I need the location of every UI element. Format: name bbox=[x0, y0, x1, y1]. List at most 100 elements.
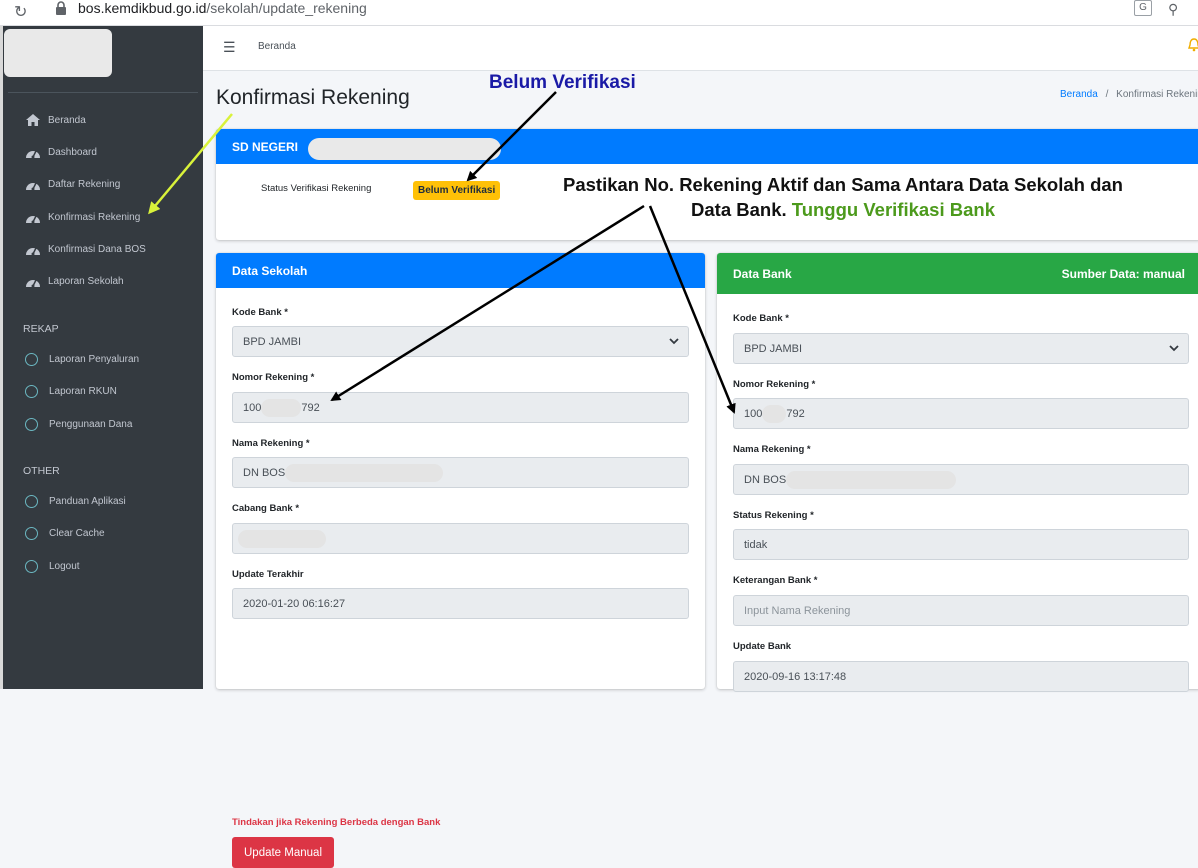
sidebar-item-label: Penggunaan Dana bbox=[49, 418, 133, 430]
kode-bank-select[interactable]: BPD JAMBI bbox=[232, 326, 689, 357]
redacted-school-name bbox=[308, 138, 501, 160]
sidebar-item-penggunaan-dana[interactable]: Penggunaan Dana bbox=[24, 414, 199, 434]
keterangan-bank-input[interactable]: Input Nama Rekening bbox=[733, 595, 1189, 626]
nomor-rekening-field[interactable]: 100 792 bbox=[733, 398, 1189, 429]
sidebar-item-daftar-rekening[interactable]: Daftar Rekening bbox=[24, 174, 199, 194]
sidebar-item-label: Panduan Aplikasi bbox=[49, 495, 126, 507]
menu-toggle-icon[interactable]: ☰ bbox=[223, 39, 236, 56]
redacted-branch bbox=[238, 529, 326, 548]
sidebar-item-clear-cache[interactable]: Clear Cache bbox=[24, 523, 199, 543]
sidebar-item-label: Konfirmasi Rekening bbox=[48, 211, 141, 223]
data-sekolah-header: Data Sekolah bbox=[216, 253, 705, 288]
zoom-icon[interactable]: ⚲ bbox=[1168, 1, 1178, 18]
card-title: Data Bank bbox=[733, 266, 792, 281]
kode-bank-label: Kode Bank * bbox=[733, 313, 789, 324]
update-bank-field[interactable]: 2020-09-16 13:17:48 bbox=[733, 661, 1189, 692]
nomor-rekening-start: 100 bbox=[744, 407, 763, 420]
kode-bank-value: BPD JAMBI bbox=[744, 342, 803, 355]
kode-bank-value: BPD JAMBI bbox=[243, 335, 302, 348]
sidebar-item-panduan-aplikasi[interactable]: Panduan Aplikasi bbox=[24, 491, 199, 511]
home-icon bbox=[24, 112, 41, 128]
main-content: Konfirmasi Rekening Beranda / Konfirmasi… bbox=[203, 71, 1198, 868]
sidebar-item-label: Laporan Sekolah bbox=[48, 275, 124, 287]
annotation-belum-verifikasi: Belum Verifikasi bbox=[489, 72, 636, 93]
status-rekening-label: Status Rekening * bbox=[733, 510, 814, 521]
bell-icon[interactable] bbox=[1188, 38, 1198, 52]
top-navbar: ☰ Beranda bbox=[203, 26, 1198, 71]
breadcrumb: Beranda / Konfirmasi Rekenin bbox=[1060, 89, 1198, 100]
url-path: /sekolah/update_rekening bbox=[206, 0, 367, 16]
school-name: SD NEGERI bbox=[232, 139, 299, 154]
nama-rekening-label: Nama Rekening * bbox=[733, 444, 811, 455]
circle-icon bbox=[25, 494, 38, 508]
sidebar-item-label: Clear Cache bbox=[49, 527, 105, 539]
translate-icon[interactable]: G bbox=[1134, 0, 1152, 16]
nomor-rekening-label: Nomor Rekening * bbox=[733, 379, 816, 390]
nama-rekening-label: Nama Rekening * bbox=[232, 438, 310, 449]
sidebar-item-laporan-penyaluran[interactable]: Laporan Penyaluran bbox=[24, 349, 199, 369]
kode-bank-select[interactable]: BPD JAMBI bbox=[733, 333, 1189, 364]
sidebar-item-laporan-sekolah[interactable]: Laporan Sekolah bbox=[24, 271, 199, 291]
sidebar-item-label: Logout bbox=[49, 560, 80, 572]
window-edge bbox=[0, 26, 3, 689]
chevron-down-icon bbox=[669, 338, 679, 345]
breadcrumb-separator: / bbox=[1105, 89, 1109, 100]
nama-rekening-field[interactable]: DN BOS bbox=[733, 464, 1189, 495]
address-bar[interactable]: bos.kemdikbud.go.id/sekolah/update_reken… bbox=[78, 0, 367, 16]
sidebar-item-beranda[interactable]: Beranda bbox=[24, 110, 199, 130]
annotation-line1: Pastikan No. Rekening Aktif dan Sama Ant… bbox=[563, 174, 1123, 195]
status-badge: Belum Verifikasi bbox=[413, 181, 501, 200]
circle-icon bbox=[25, 352, 38, 366]
lock-icon[interactable] bbox=[55, 1, 67, 15]
mismatch-action-label: Tindakan jika Rekening Berbeda dengan Ba… bbox=[232, 817, 441, 828]
kode-bank-label: Kode Bank * bbox=[232, 307, 288, 318]
status-rekening-value: tidak bbox=[744, 538, 768, 551]
tachometer-icon bbox=[24, 209, 41, 225]
cabang-bank-field[interactable] bbox=[232, 523, 689, 554]
sidebar-item-konfirmasi-rekening[interactable]: Konfirmasi Rekening bbox=[24, 207, 199, 227]
reload-icon[interactable]: ↻ bbox=[14, 2, 27, 22]
redacted-name bbox=[285, 463, 444, 482]
nomor-rekening-end: 792 bbox=[786, 407, 805, 420]
sidebar-item-logout[interactable]: Logout bbox=[24, 556, 199, 576]
brand-logo[interactable] bbox=[4, 29, 112, 77]
data-bank-card: Data Bank Sumber Data: manual Kode Bank … bbox=[717, 253, 1198, 692]
sidebar-header-other: OTHER bbox=[23, 465, 60, 477]
data-sekolah-card: Data Sekolah Kode Bank * BPD JAMBI Nomor… bbox=[216, 253, 705, 868]
circle-icon bbox=[25, 559, 38, 573]
update-terakhir-label: Update Terakhir bbox=[232, 569, 304, 580]
nama-rekening-field[interactable]: DN BOS bbox=[232, 457, 689, 488]
update-terakhir-value: 2020-01-20 06:16:27 bbox=[243, 597, 346, 610]
sidebar-header-rekap: REKAP bbox=[23, 323, 59, 335]
breadcrumb-home-link[interactable]: Beranda bbox=[1060, 89, 1098, 100]
sidebar-item-label: Beranda bbox=[48, 114, 86, 126]
annotation-instruction: Pastikan No. Rekening Aktif dan Sama Ant… bbox=[520, 172, 1166, 222]
nomor-rekening-label: Nomor Rekening * bbox=[232, 372, 315, 383]
update-bank-label: Update Bank bbox=[733, 641, 792, 652]
sidebar-item-label: Laporan RKUN bbox=[49, 385, 117, 397]
nomor-rekening-field[interactable]: 100 792 bbox=[232, 392, 689, 423]
update-manual-button[interactable]: Update Manual bbox=[232, 837, 334, 868]
status-label: Status Verifikasi Rekening bbox=[261, 183, 372, 194]
nav-link-home[interactable]: Beranda bbox=[258, 41, 296, 52]
sidebar-item-dashboard[interactable]: Dashboard bbox=[24, 142, 199, 162]
keterangan-bank-label: Keterangan Bank * bbox=[733, 575, 818, 586]
browser-toolbar: ↻ bos.kemdikbud.go.id/sekolah/update_rek… bbox=[0, 0, 1198, 26]
data-bank-header: Data Bank Sumber Data: manual bbox=[717, 253, 1198, 294]
page-title: Konfirmasi Rekening bbox=[216, 86, 410, 109]
redacted-digits bbox=[762, 404, 787, 423]
chevron-down-icon bbox=[1169, 345, 1179, 352]
update-terakhir-field[interactable]: 2020-01-20 06:16:27 bbox=[232, 588, 689, 619]
sidebar-item-laporan-rkun[interactable]: Laporan RKUN bbox=[24, 381, 199, 401]
card-title: Data Sekolah bbox=[232, 263, 308, 278]
annotation-line2: Data Bank. bbox=[691, 199, 787, 220]
sidebar-item-label: Laporan Penyaluran bbox=[49, 353, 140, 365]
nomor-rekening-start: 100 bbox=[243, 401, 262, 414]
redacted-name bbox=[786, 470, 957, 489]
status-rekening-field[interactable]: tidak bbox=[733, 529, 1189, 560]
sidebar-item-konfirmasi-dana-bos[interactable]: Konfirmasi Dana BOS bbox=[24, 239, 199, 259]
data-source: Sumber Data: manual bbox=[1061, 266, 1185, 281]
sidebar: Beranda Dashboard Daftar Rekening Konfir… bbox=[0, 26, 203, 689]
sidebar-item-label: Konfirmasi Dana BOS bbox=[48, 243, 146, 255]
circle-icon bbox=[25, 417, 38, 431]
